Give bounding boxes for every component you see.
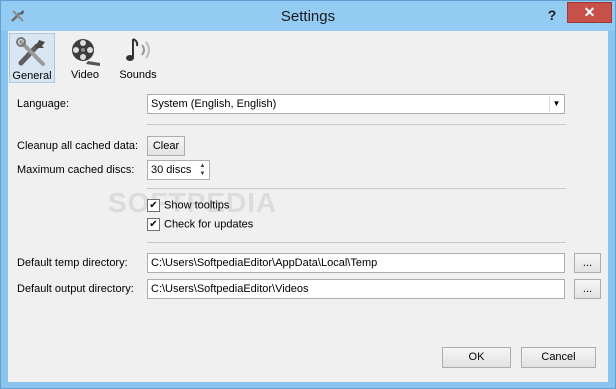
film-reel-icon [72,39,100,66]
output-directory-field[interactable]: C:\Users\SoftpediaEditor\Videos [147,279,565,299]
spin-up-icon[interactable]: ▲ [197,162,208,170]
title-bar[interactable]: Settings ? ✕ [1,1,615,31]
close-button[interactable]: ✕ [567,2,612,23]
show-tooltips-checkbox[interactable]: ✔ Show tooltips [147,199,229,212]
tab-video-label: Video [71,69,99,81]
checkbox-checked-icon[interactable]: ✔ [147,218,160,231]
temp-directory-field[interactable]: C:\Users\SoftpediaEditor\AppData\Local\T… [147,253,565,273]
help-button[interactable]: ? [540,4,564,26]
show-tooltips-label: Show tooltips [164,199,230,212]
cleanup-cache-label: Cleanup all cached data: [17,140,139,152]
max-discs-label: Maximum cached discs: [17,164,135,176]
check-updates-label: Check for updates [164,218,254,231]
ok-button[interactable]: OK [442,347,511,368]
settings-window: Settings ? ✕ General Video Sounds SOFTPE… [0,0,616,389]
music-note-icon [126,38,150,61]
checkbox-checked-icon[interactable]: ✔ [147,199,160,212]
spin-down-icon[interactable]: ▼ [197,170,208,178]
tab-sounds[interactable]: Sounds [114,33,162,83]
language-select[interactable]: System (English, English) ▼ [147,94,565,114]
max-discs-value: 30 discs [151,164,192,176]
language-label: Language: [17,98,69,110]
browse-output-button[interactable]: ... [574,279,601,299]
divider [147,242,566,243]
window-title: Settings [280,8,336,25]
category-toolbar: General Video Sounds [8,31,608,83]
browse-temp-button[interactable]: ... [574,253,601,273]
tab-general-label: General [12,70,52,82]
check-updates-checkbox[interactable]: ✔ Check for updates [147,218,253,231]
tools-icon [16,37,45,66]
divider [147,124,566,125]
clear-cache-button[interactable]: Clear [147,136,185,156]
language-value: System (English, English) [151,98,277,110]
tab-video[interactable]: Video [63,33,107,83]
tab-sounds-label: Sounds [119,69,157,81]
tab-general[interactable]: General [9,33,55,83]
output-directory-label: Default output directory: [17,283,134,295]
settings-panel: General Video Sounds SOFTPEDIA Language:… [8,31,608,382]
cancel-button[interactable]: Cancel [521,347,596,368]
divider [147,188,566,189]
max-discs-stepper[interactable]: 30 discs ▲ ▼ [147,160,210,180]
temp-directory-label: Default temp directory: [17,257,128,269]
chevron-down-icon[interactable]: ▼ [549,96,563,112]
